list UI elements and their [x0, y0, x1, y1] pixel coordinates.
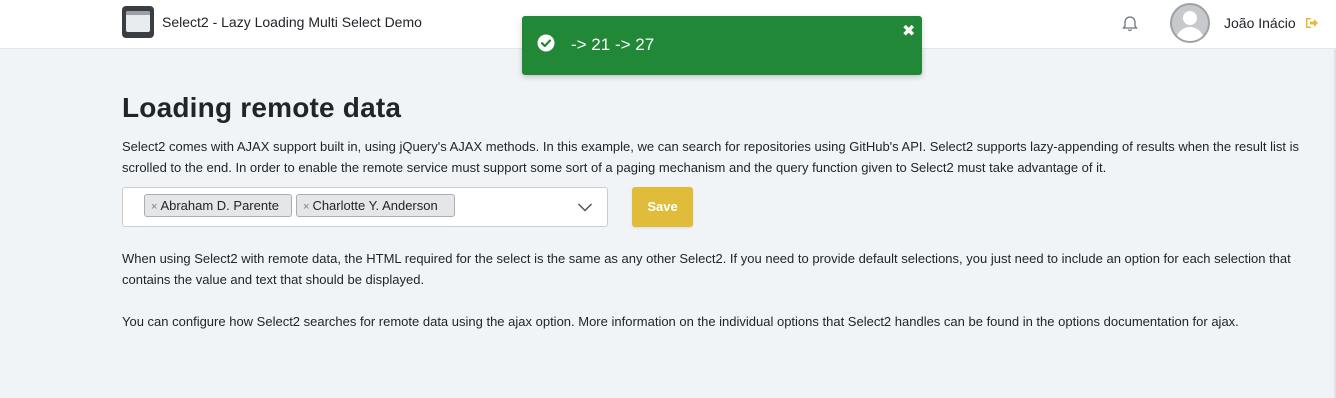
selected-tag: × Abraham D. Parente [144, 194, 292, 217]
sign-out-icon[interactable] [1305, 16, 1319, 30]
check-circle-icon [537, 34, 555, 52]
user-name[interactable]: João Inácio [1224, 15, 1296, 31]
intro-paragraph: Select2 comes with AJAX support built in… [122, 139, 1299, 175]
multi-select-field[interactable]: × Abraham D. Parente × Charlotte Y. Anders… [122, 187, 608, 227]
remote-data-paragraph: When using Select2 with remote data, the… [122, 251, 1291, 287]
page-title: Loading remote data [122, 92, 402, 123]
bell-icon[interactable] [1120, 14, 1140, 34]
app-window-icon[interactable] [122, 6, 154, 38]
tag-label: Charlotte Y. Anderson [312, 198, 438, 213]
remove-tag-button[interactable]: × [303, 201, 309, 213]
toast-notification: -> 21 -> 27 ✖ [522, 16, 922, 75]
avatar[interactable] [1170, 3, 1210, 43]
close-icon[interactable]: ✖ [902, 24, 915, 40]
save-button[interactable]: Save [632, 187, 693, 227]
ajax-config-paragraph: You can configure how Select2 searches f… [122, 314, 1239, 329]
tag-label: Abraham D. Parente [160, 198, 279, 213]
selected-tag: × Charlotte Y. Anderson [296, 194, 455, 217]
chevron-down-icon[interactable] [577, 201, 593, 213]
toast-message: -> 21 -> 27 [571, 35, 655, 54]
remove-tag-button[interactable]: × [151, 201, 157, 213]
app-title[interactable]: Select2 - Lazy Loading Multi Select Demo [162, 14, 422, 30]
